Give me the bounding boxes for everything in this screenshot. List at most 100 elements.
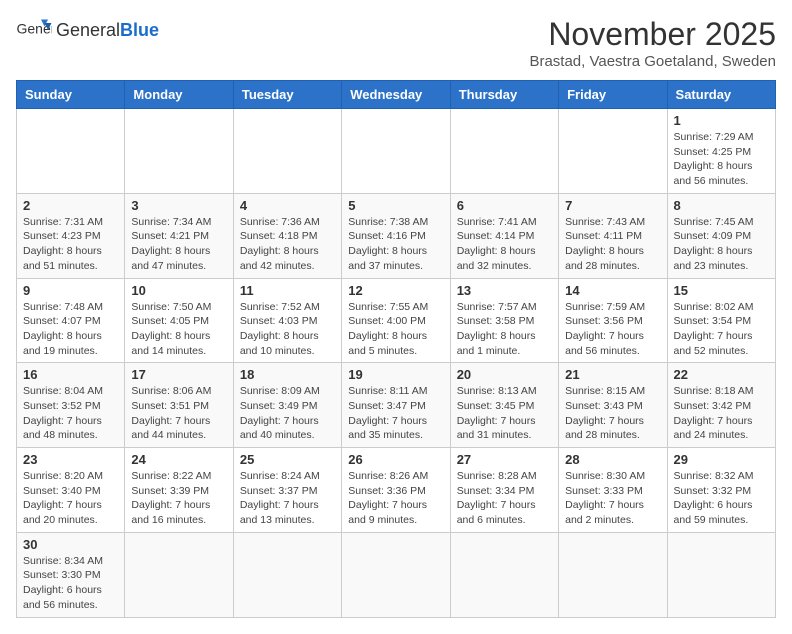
day-number: 11 xyxy=(240,283,335,298)
weekday-header-sunday: Sunday xyxy=(17,81,125,109)
day-cell xyxy=(450,109,558,194)
day-number: 12 xyxy=(348,283,443,298)
day-cell: 15Sunrise: 8:02 AM Sunset: 3:54 PM Dayli… xyxy=(667,278,775,363)
day-cell: 28 Sunrise: 8:30 AM Sunset: 3:33 PM Dayli… xyxy=(559,448,667,533)
day-cell: 1 Sunrise: 7:29 AM Sunset: 4:25 PM Daylig… xyxy=(667,109,775,194)
day-cell: 9Sunrise: 7:48 AM Sunset: 4:07 PM Daylig… xyxy=(17,278,125,363)
day-info: Sunrise: 7:38 AM Sunset: 4:16 PM Dayligh… xyxy=(348,215,443,274)
day-number: 26 xyxy=(348,452,443,467)
day-cell: 30Sunrise: 8:34 AM Sunset: 3:30 PM Dayli… xyxy=(17,532,125,617)
logo-text: GeneralBlue xyxy=(56,20,159,40)
day-cell: 13 Sunrise: 7:57 AM Sunset: 3:58 PM Dayli… xyxy=(450,278,558,363)
day-number: 5 xyxy=(348,198,443,213)
day-cell: 25Sunrise: 8:24 AM Sunset: 3:37 PM Dayli… xyxy=(233,448,341,533)
day-cell: 24 Sunrise: 8:22 AM Sunset: 3:39 PM Dayli… xyxy=(125,448,233,533)
day-number: 13 xyxy=(457,283,552,298)
day-cell: 2 Sunrise: 7:31 AM Sunset: 4:23 PM Daylig… xyxy=(17,193,125,278)
day-cell xyxy=(125,109,233,194)
day-info: Sunrise: 7:57 AM Sunset: 3:58 PM Dayligh… xyxy=(457,300,552,359)
day-cell xyxy=(233,109,341,194)
logo-icon: General xyxy=(16,16,52,44)
day-cell: 3Sunrise: 7:34 AM Sunset: 4:21 PM Daylig… xyxy=(125,193,233,278)
day-number: 22 xyxy=(674,367,769,382)
day-number: 21 xyxy=(565,367,660,382)
day-info: Sunrise: 8:32 AM Sunset: 3:32 PM Dayligh… xyxy=(674,469,769,528)
weekday-header-wednesday: Wednesday xyxy=(342,81,450,109)
day-number: 27 xyxy=(457,452,552,467)
day-number: 16 xyxy=(23,367,118,382)
day-info: Sunrise: 8:22 AM Sunset: 3:39 PM Dayligh… xyxy=(131,469,226,528)
day-cell: 6 Sunrise: 7:41 AM Sunset: 4:14 PM Daylig… xyxy=(450,193,558,278)
day-cell: 8 Sunrise: 7:45 AM Sunset: 4:09 PM Daylig… xyxy=(667,193,775,278)
day-cell: 16 Sunrise: 8:04 AM Sunset: 3:52 PM Dayli… xyxy=(17,363,125,448)
week-row-4: 16 Sunrise: 8:04 AM Sunset: 3:52 PM Dayli… xyxy=(17,363,776,448)
day-info: Sunrise: 7:48 AM Sunset: 4:07 PM Dayligh… xyxy=(23,300,118,359)
day-number: 19 xyxy=(348,367,443,382)
day-number: 15 xyxy=(674,283,769,298)
day-info: Sunrise: 7:34 AM Sunset: 4:21 PM Dayligh… xyxy=(131,215,226,274)
day-info: Sunrise: 7:41 AM Sunset: 4:14 PM Dayligh… xyxy=(457,215,552,274)
day-info: Sunrise: 8:18 AM Sunset: 3:42 PM Dayligh… xyxy=(674,384,769,443)
day-number: 25 xyxy=(240,452,335,467)
day-cell: 26 Sunrise: 8:26 AM Sunset: 3:36 PM Dayli… xyxy=(342,448,450,533)
location-title: Brastad, Vaestra Goetaland, Sweden xyxy=(529,53,776,70)
day-info: Sunrise: 7:50 AM Sunset: 4:05 PM Dayligh… xyxy=(131,300,226,359)
weekday-header-monday: Monday xyxy=(125,81,233,109)
weekday-header-friday: Friday xyxy=(559,81,667,109)
day-info: Sunrise: 8:26 AM Sunset: 3:36 PM Dayligh… xyxy=(348,469,443,528)
day-info: Sunrise: 7:59 AM Sunset: 3:56 PM Dayligh… xyxy=(565,300,660,359)
day-info: Sunrise: 7:36 AM Sunset: 4:18 PM Dayligh… xyxy=(240,215,335,274)
weekday-header-saturday: Saturday xyxy=(667,81,775,109)
day-info: Sunrise: 7:31 AM Sunset: 4:23 PM Dayligh… xyxy=(23,215,118,274)
day-cell: 5 Sunrise: 7:38 AM Sunset: 4:16 PM Daylig… xyxy=(342,193,450,278)
day-cell xyxy=(559,532,667,617)
day-number: 17 xyxy=(131,367,226,382)
week-row-2: 2 Sunrise: 7:31 AM Sunset: 4:23 PM Daylig… xyxy=(17,193,776,278)
calendar: SundayMondayTuesdayWednesdayThursdayFrid… xyxy=(16,80,776,618)
day-number: 4 xyxy=(240,198,335,213)
day-cell: 23 Sunrise: 8:20 AM Sunset: 3:40 PM Dayli… xyxy=(17,448,125,533)
day-cell: 29 Sunrise: 8:32 AM Sunset: 3:32 PM Dayli… xyxy=(667,448,775,533)
day-number: 20 xyxy=(457,367,552,382)
day-cell xyxy=(233,532,341,617)
day-info: Sunrise: 8:04 AM Sunset: 3:52 PM Dayligh… xyxy=(23,384,118,443)
day-cell xyxy=(342,532,450,617)
day-number: 28 xyxy=(565,452,660,467)
week-row-6: 30Sunrise: 8:34 AM Sunset: 3:30 PM Dayli… xyxy=(17,532,776,617)
day-info: Sunrise: 7:55 AM Sunset: 4:00 PM Dayligh… xyxy=(348,300,443,359)
day-number: 2 xyxy=(23,198,118,213)
day-cell: 18 Sunrise: 8:09 AM Sunset: 3:49 PM Dayli… xyxy=(233,363,341,448)
title-area: November 2025 Brastad, Vaestra Goetaland… xyxy=(529,16,776,70)
day-number: 18 xyxy=(240,367,335,382)
weekday-header-thursday: Thursday xyxy=(450,81,558,109)
day-info: Sunrise: 8:06 AM Sunset: 3:51 PM Dayligh… xyxy=(131,384,226,443)
day-number: 1 xyxy=(674,113,769,128)
day-info: Sunrise: 8:13 AM Sunset: 3:45 PM Dayligh… xyxy=(457,384,552,443)
week-row-3: 9Sunrise: 7:48 AM Sunset: 4:07 PM Daylig… xyxy=(17,278,776,363)
day-number: 10 xyxy=(131,283,226,298)
svg-text:General: General xyxy=(17,21,53,37)
day-info: Sunrise: 8:09 AM Sunset: 3:49 PM Dayligh… xyxy=(240,384,335,443)
day-cell: 20 Sunrise: 8:13 AM Sunset: 3:45 PM Dayli… xyxy=(450,363,558,448)
day-cell xyxy=(17,109,125,194)
day-number: 14 xyxy=(565,283,660,298)
day-cell: 10 Sunrise: 7:50 AM Sunset: 4:05 PM Dayli… xyxy=(125,278,233,363)
week-row-5: 23 Sunrise: 8:20 AM Sunset: 3:40 PM Dayli… xyxy=(17,448,776,533)
day-cell xyxy=(667,532,775,617)
logo: General GeneralBlue xyxy=(16,16,159,44)
day-cell: 21Sunrise: 8:15 AM Sunset: 3:43 PM Dayli… xyxy=(559,363,667,448)
day-number: 6 xyxy=(457,198,552,213)
day-number: 8 xyxy=(674,198,769,213)
header: General GeneralBlue November 2025 Brasta… xyxy=(16,16,776,70)
day-number: 24 xyxy=(131,452,226,467)
day-info: Sunrise: 7:29 AM Sunset: 4:25 PM Dayligh… xyxy=(674,130,769,189)
day-number: 23 xyxy=(23,452,118,467)
day-info: Sunrise: 8:20 AM Sunset: 3:40 PM Dayligh… xyxy=(23,469,118,528)
day-cell: 7Sunrise: 7:43 AM Sunset: 4:11 PM Daylig… xyxy=(559,193,667,278)
day-info: Sunrise: 7:45 AM Sunset: 4:09 PM Dayligh… xyxy=(674,215,769,274)
day-cell xyxy=(125,532,233,617)
day-cell: 19Sunrise: 8:11 AM Sunset: 3:47 PM Dayli… xyxy=(342,363,450,448)
day-info: Sunrise: 8:30 AM Sunset: 3:33 PM Dayligh… xyxy=(565,469,660,528)
week-row-1: 1 Sunrise: 7:29 AM Sunset: 4:25 PM Daylig… xyxy=(17,109,776,194)
day-number: 29 xyxy=(674,452,769,467)
